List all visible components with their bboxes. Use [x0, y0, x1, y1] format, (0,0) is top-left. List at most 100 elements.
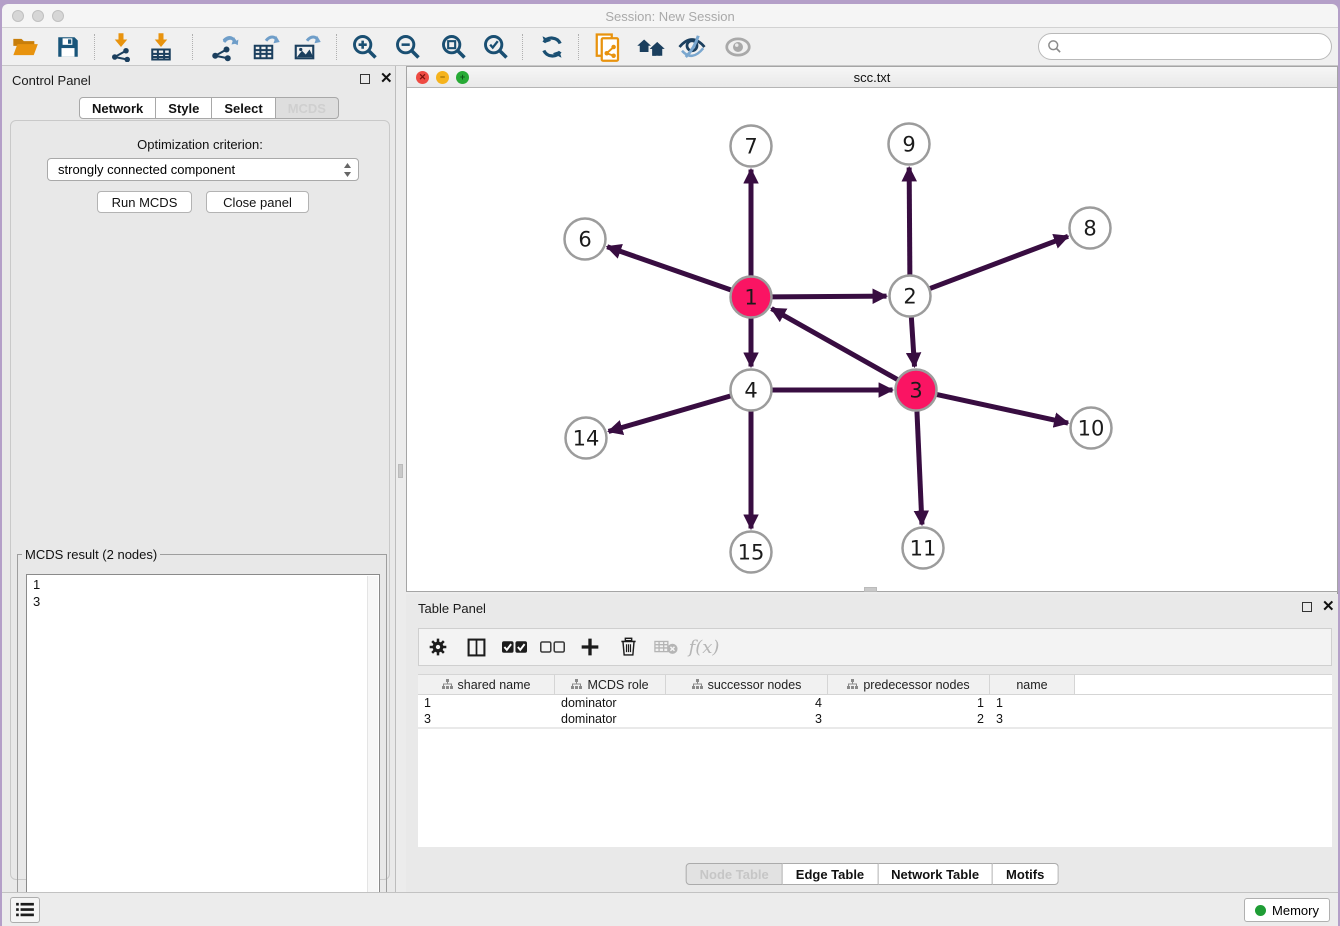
- control-panel-tabs: NetworkStyleSelectMCDS: [79, 97, 339, 119]
- add-column-icon[interactable]: [571, 631, 609, 663]
- edge-2-3[interactable]: [911, 317, 914, 366]
- chevron-up-down-icon: [343, 163, 352, 177]
- search-input[interactable]: [1068, 39, 1323, 54]
- column-header-name[interactable]: name: [990, 675, 1075, 694]
- column-header-successor-nodes[interactable]: successor nodes: [666, 675, 828, 694]
- result-line: 1: [33, 576, 379, 593]
- result-scrollbar[interactable]: [367, 576, 378, 926]
- refresh-view-icon[interactable]: [536, 31, 568, 63]
- table-panel-title: Table Panel: [418, 601, 486, 616]
- close-panel-icon[interactable]: ✕: [380, 74, 393, 84]
- node-15[interactable]: 15: [731, 532, 772, 573]
- main-toolbar: [2, 28, 1338, 66]
- column-header-predecessor-nodes[interactable]: predecessor nodes: [828, 675, 990, 694]
- show-all-icon[interactable]: [722, 31, 754, 63]
- svg-text:14: 14: [573, 427, 600, 451]
- tab-select[interactable]: Select: [212, 97, 275, 119]
- zoom-out-icon[interactable]: [392, 31, 424, 63]
- table-tabs: Node TableEdge TableNetwork TableMotifs: [686, 863, 1059, 885]
- column-header-MCDS-role[interactable]: MCDS role: [555, 675, 666, 694]
- tab-edge-table[interactable]: Edge Table: [783, 863, 878, 885]
- memory-button[interactable]: Memory: [1244, 898, 1330, 922]
- split-panel-icon[interactable]: [457, 631, 495, 663]
- zoom-in-icon[interactable]: [349, 31, 381, 63]
- edge-4-14[interactable]: [609, 396, 731, 431]
- splitter-grip-vertical[interactable]: [398, 464, 403, 478]
- criterion-select[interactable]: strongly connected component: [47, 158, 359, 181]
- app-titlebar: Session: New Session: [2, 4, 1338, 28]
- delete-table-icon[interactable]: [647, 631, 685, 663]
- node-1[interactable]: 1: [731, 277, 772, 318]
- table-row[interactable]: 1dominator411: [418, 695, 1332, 711]
- mcds-result-title: MCDS result (2 nodes): [22, 547, 160, 562]
- tab-motifs[interactable]: Motifs: [993, 863, 1058, 885]
- svg-text:7: 7: [744, 135, 757, 159]
- edge-1-2[interactable]: [772, 296, 886, 297]
- column-label: MCDS role: [587, 678, 648, 692]
- column-label: name: [1016, 678, 1047, 692]
- node-9[interactable]: 9: [889, 124, 930, 165]
- svg-text:8: 8: [1083, 217, 1096, 241]
- node-10[interactable]: 10: [1071, 408, 1112, 449]
- export-image-icon[interactable]: [291, 31, 323, 63]
- svg-text:15: 15: [738, 541, 765, 565]
- edge-2-8[interactable]: [930, 236, 1068, 288]
- mcds-panel: Optimization criterion: strongly connect…: [10, 120, 390, 880]
- tab-network-table[interactable]: Network Table: [878, 863, 993, 885]
- deselect-all-checks-icon[interactable]: [533, 631, 571, 663]
- clone-network-icon[interactable]: [592, 31, 624, 63]
- float-table-panel-icon[interactable]: [1302, 602, 1312, 612]
- export-network-icon[interactable]: [208, 31, 240, 63]
- table-settings-icon[interactable]: [419, 631, 457, 663]
- import-network-icon[interactable]: [105, 31, 137, 63]
- table-cell: 3: [666, 711, 828, 727]
- edge-3-10[interactable]: [937, 395, 1068, 423]
- node-7[interactable]: 7: [731, 126, 772, 167]
- splitter-grip-horizontal[interactable]: [864, 587, 877, 592]
- export-table-icon[interactable]: [250, 31, 282, 63]
- tab-style[interactable]: Style: [156, 97, 212, 119]
- table-cell: 1: [828, 695, 990, 711]
- node-3[interactable]: 3: [896, 370, 937, 411]
- save-session-icon[interactable]: [52, 31, 84, 63]
- table-row[interactable]: 3dominator323: [418, 711, 1332, 727]
- svg-text:9: 9: [902, 133, 915, 157]
- node-4[interactable]: 4: [731, 370, 772, 411]
- select-all-checks-icon[interactable]: [495, 631, 533, 663]
- import-table-icon[interactable]: [145, 31, 177, 63]
- node-6[interactable]: 6: [565, 219, 606, 260]
- edge-1-6[interactable]: [607, 247, 731, 290]
- node-14[interactable]: 14: [566, 418, 607, 459]
- edge-3-11[interactable]: [917, 411, 922, 524]
- svg-text:11: 11: [910, 537, 937, 561]
- control-panel-title: Control Panel: [12, 73, 91, 88]
- edge-2-9[interactable]: [909, 167, 910, 274]
- node-2[interactable]: 2: [890, 276, 931, 317]
- table-body-area[interactable]: [418, 729, 1332, 847]
- network-canvas[interactable]: 7 9 6 8 1 2 4 3 14 10 15 11: [407, 88, 1337, 591]
- tab-network[interactable]: Network: [79, 97, 156, 119]
- open-file-icon[interactable]: [9, 31, 41, 63]
- status-bar: Memory: [2, 892, 1338, 926]
- node-11[interactable]: 11: [903, 528, 944, 569]
- mcds-result-list[interactable]: 13: [26, 574, 380, 926]
- svg-text:10: 10: [1078, 417, 1105, 441]
- tab-node-table[interactable]: Node Table: [686, 863, 783, 885]
- task-history-button[interactable]: [10, 897, 40, 923]
- close-table-panel-icon[interactable]: ✕: [1322, 602, 1335, 612]
- node-8[interactable]: 8: [1070, 208, 1111, 249]
- float-panel-icon[interactable]: [360, 74, 370, 84]
- tab-mcds[interactable]: MCDS: [276, 97, 339, 119]
- function-builder-icon[interactable]: f(x): [685, 631, 723, 663]
- delete-columns-icon[interactable]: [609, 631, 647, 663]
- zoom-selected-icon[interactable]: [480, 31, 512, 63]
- close-panel-button[interactable]: Close panel: [206, 191, 309, 213]
- hide-selected-icon[interactable]: [676, 31, 708, 63]
- edge-3-1[interactable]: [771, 309, 897, 380]
- column-header-shared-name[interactable]: shared name: [418, 675, 555, 694]
- network-title: scc.txt: [407, 70, 1337, 85]
- first-neighbors-icon[interactable]: [635, 31, 667, 63]
- zoom-fit-icon[interactable]: [438, 31, 470, 63]
- run-mcds-button[interactable]: Run MCDS: [97, 191, 192, 213]
- sort-hierarchy-icon: [442, 679, 453, 690]
